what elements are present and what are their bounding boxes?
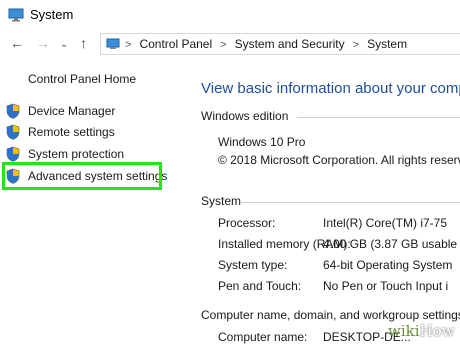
main-content: View basic information about your compu … bbox=[185, 58, 460, 345]
breadcrumb: > Control Panel > System and Security > Syste… bbox=[125, 36, 407, 53]
computer-name-label: Computer name: bbox=[218, 330, 308, 344]
system-type-label: System type: bbox=[218, 258, 288, 272]
left-pane: Control Panel Home Device Manager Remote… bbox=[0, 58, 185, 345]
breadcrumb-separator: > bbox=[125, 39, 132, 51]
arrow-left-icon[interactable]: ← bbox=[10, 34, 24, 52]
processor-value: Intel(R) Core(TM) i7-75 bbox=[323, 216, 448, 230]
breadcrumb-system[interactable]: System bbox=[367, 37, 407, 51]
address-box[interactable]: > Control Panel > System and Security > Syste… bbox=[100, 33, 460, 55]
computer-name-section-title: Computer name, domain, and workgroup set… bbox=[201, 308, 460, 322]
pen-touch-value: No Pen or Touch Input i bbox=[323, 279, 449, 293]
control-panel-home-link[interactable]: Control Panel Home bbox=[28, 72, 136, 86]
sidebar-item-label: Device Manager bbox=[28, 104, 116, 118]
address-bar: ← → ⌄ ↑ > Control Panel > System and Securi… bbox=[0, 30, 460, 58]
window-title: System bbox=[30, 7, 74, 22]
shield-icon bbox=[6, 124, 20, 140]
shield-icon bbox=[6, 146, 20, 162]
chevron-down-icon[interactable]: ⌄ bbox=[60, 36, 68, 54]
page-title: View basic information about your compu bbox=[201, 80, 460, 97]
windows-edition-value: Windows 10 Pro bbox=[218, 135, 306, 149]
sidebar-item-label: Remote settings bbox=[28, 125, 115, 139]
section-divider bbox=[241, 202, 460, 203]
control-panel-icon bbox=[106, 38, 120, 49]
highlight-box bbox=[2, 162, 162, 190]
watermark-part1: wiki bbox=[388, 322, 420, 340]
computer-icon bbox=[8, 8, 24, 22]
breadcrumb-separator: > bbox=[352, 39, 360, 51]
breadcrumb-control-panel[interactable]: Control Panel bbox=[139, 37, 212, 51]
watermark-part2: How bbox=[419, 322, 455, 340]
breadcrumb-separator: > bbox=[220, 39, 227, 51]
sidebar-item-label: System protection bbox=[28, 147, 125, 161]
shield-icon bbox=[6, 103, 20, 119]
system-section-title: System bbox=[201, 194, 242, 208]
breadcrumb-system-security[interactable]: System and Security bbox=[235, 37, 345, 51]
section-divider bbox=[297, 117, 460, 118]
watermark-logo: wikiHow bbox=[388, 322, 454, 340]
arrow-up-icon[interactable]: ↑ bbox=[80, 34, 87, 52]
windows-edition-title: Windows edition bbox=[201, 109, 289, 123]
pen-touch-label: Pen and Touch: bbox=[218, 279, 302, 293]
title-bar: System bbox=[0, 0, 460, 30]
arrow-right-icon[interactable]: → bbox=[36, 34, 50, 52]
memory-value: 4.00 GB (3.87 GB usable bbox=[323, 237, 458, 251]
system-type-value: 64-bit Operating System bbox=[323, 258, 453, 272]
processor-label: Processor: bbox=[218, 216, 276, 230]
copyright-text: © 2018 Microsoft Corporation. All rights… bbox=[218, 153, 460, 167]
